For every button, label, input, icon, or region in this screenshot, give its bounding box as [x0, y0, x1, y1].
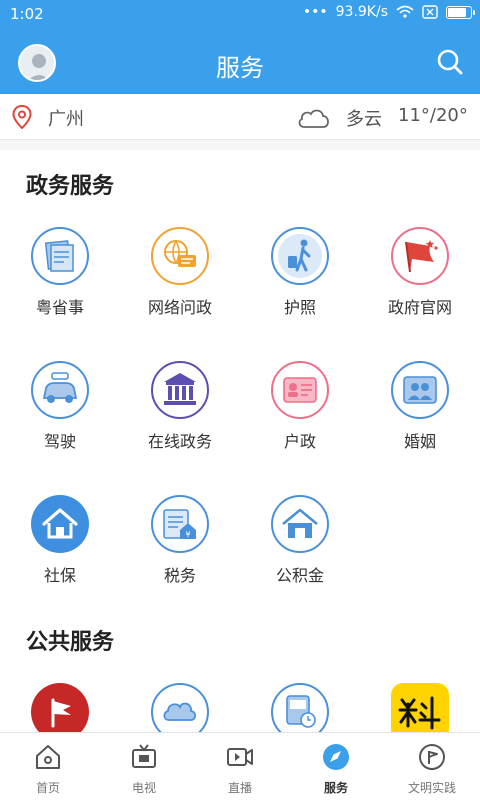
more-dots-icon: •••: [302, 4, 328, 20]
id-card-icon: [270, 360, 330, 420]
service-wangluowenzheng[interactable]: 网络问政: [120, 226, 240, 318]
service-huzhao[interactable]: 护照: [240, 226, 360, 318]
section-divider: [0, 140, 480, 150]
app-header: 服务: [0, 28, 480, 94]
service-jiashi[interactable]: 驾驶: [0, 360, 120, 452]
status-time: 1:02: [10, 5, 44, 23]
page-title: 服务: [216, 54, 264, 82]
red-flag-icon: [390, 226, 450, 286]
search-icon[interactable]: [436, 48, 464, 76]
service-shebao[interactable]: 社保: [0, 494, 120, 586]
svg-text:¥: ¥: [185, 530, 190, 539]
nav-label: 服务: [323, 781, 348, 795]
nav-live[interactable]: 直播: [192, 733, 288, 801]
mi-liao-app-icon: [390, 682, 450, 732]
cloud-weather-icon: [298, 109, 329, 128]
service-gongjijin[interactable]: 公积金: [240, 494, 360, 586]
compass-icon: [323, 744, 349, 770]
service-label: 粤省事: [35, 298, 84, 317]
weather-condition: 多云: [346, 109, 382, 130]
service-label: 税务: [163, 566, 196, 585]
location-pin-icon[interactable]: [12, 105, 32, 129]
net-speed: 93.9K/s: [335, 4, 388, 20]
service-label: 公积金: [275, 566, 324, 585]
public-services-row: [0, 682, 480, 732]
nav-civilization[interactable]: 文明实践: [384, 733, 480, 801]
globe-chat-icon: [150, 226, 210, 286]
wifi-icon: [396, 5, 414, 18]
service-label: 户政: [283, 432, 316, 451]
house-icon: [270, 494, 330, 554]
service-yueshengshi[interactable]: 粤省事: [0, 226, 120, 318]
public-service-4[interactable]: [360, 682, 480, 732]
tv-icon: [132, 744, 156, 768]
car-icon: [30, 360, 90, 420]
couple-certificate-icon: [390, 360, 450, 420]
section-title-government: 政务服务: [26, 174, 115, 199]
battery-icon: [446, 5, 475, 19]
flag-circle-icon: [419, 744, 445, 770]
status-right: ••• 93.9K/s: [302, 4, 475, 20]
home-icon: [36, 745, 60, 769]
service-shuiwu[interactable]: ¥ 税务: [120, 494, 240, 586]
service-label: 社保: [43, 566, 76, 585]
bus-clock-icon: [270, 682, 330, 732]
section-title-public: 公共服务: [26, 630, 115, 655]
service-hunyin[interactable]: 婚姻: [360, 360, 480, 452]
document-stack-icon: [30, 226, 90, 286]
location-weather-bar: 广州 多云 11°/20°: [0, 94, 480, 140]
nav-home[interactable]: 首页: [0, 733, 96, 801]
service-huzheng[interactable]: 户政: [240, 360, 360, 452]
nav-label: 直播: [227, 781, 252, 795]
service-label: 政府官网: [387, 298, 452, 317]
nav-service[interactable]: 服务: [288, 733, 384, 801]
public-service-2[interactable]: [120, 682, 240, 732]
nav-label: 电视: [131, 781, 156, 795]
nav-label: 文明实践: [407, 781, 456, 795]
service-label: 网络问政: [147, 298, 212, 317]
home-shield-icon: [30, 494, 90, 554]
status-bar: 1:02 ••• 93.9K/s: [0, 0, 480, 28]
government-building-icon: [150, 360, 210, 420]
live-video-icon: [227, 748, 253, 766]
nav-tv[interactable]: 电视: [96, 733, 192, 801]
cloud-icon: [150, 682, 210, 732]
service-label: 驾驶: [43, 432, 76, 451]
red-flag-app-icon: [30, 682, 90, 732]
tax-house-icon: ¥: [150, 494, 210, 554]
service-label: 婚姻: [403, 432, 436, 451]
bottom-navigation: 首页 电视 直播 服务 文明实践: [0, 732, 480, 800]
service-zaixianzhengwu[interactable]: 在线政务: [120, 360, 240, 452]
public-service-1[interactable]: [0, 682, 120, 732]
traveler-luggage-icon: [270, 226, 330, 286]
sim-blocked-icon: [422, 5, 438, 19]
service-zhengfuguanwang[interactable]: 政府官网: [360, 226, 480, 318]
service-label: 护照: [283, 298, 316, 317]
nav-label: 首页: [35, 781, 60, 795]
temperature: 11°/20°: [398, 105, 468, 126]
city-name[interactable]: 广州: [48, 105, 84, 131]
public-service-3[interactable]: [240, 682, 360, 732]
service-label: 在线政务: [147, 432, 212, 451]
